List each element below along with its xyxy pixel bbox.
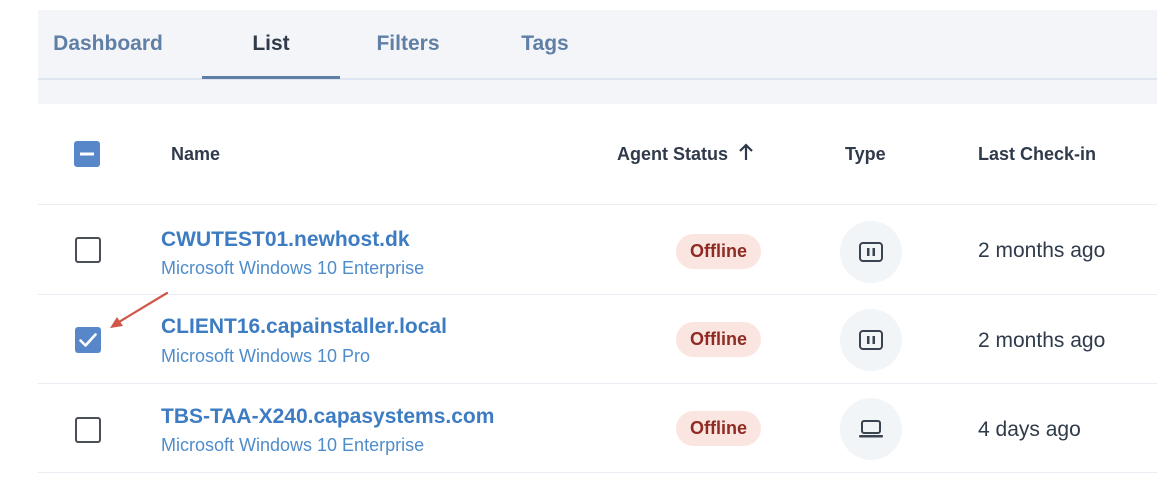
device-name-link[interactable]: CLIENT16.capainstaller.local xyxy=(161,315,447,339)
device-type xyxy=(840,221,902,283)
row-checkbox[interactable] xyxy=(75,237,101,263)
device-os: Microsoft Windows 10 Enterprise xyxy=(161,435,425,455)
device-table: Name Agent Status Type Last Check-in CWU… xyxy=(38,104,1157,486)
row-checkbox[interactable] xyxy=(75,327,101,353)
server-icon xyxy=(859,242,883,262)
table-row[interactable]: CLIENT16.capainstaller.local Microsoft W… xyxy=(38,295,1157,384)
tab-dashboard[interactable]: Dashboard xyxy=(38,10,178,78)
tab-bar: Dashboard List Filters Tags xyxy=(38,10,1157,80)
device-os: Microsoft Windows 10 Enterprise xyxy=(161,258,425,278)
column-header-type[interactable]: Type xyxy=(845,104,886,205)
checkmark-icon xyxy=(79,333,97,347)
status-badge: Offline xyxy=(676,234,761,269)
device-name-link[interactable]: TBS-TAA-X240.capasystems.com xyxy=(161,405,494,429)
last-checkin: 2 months ago xyxy=(978,239,1106,262)
arrow-up-icon xyxy=(738,142,754,167)
laptop-icon xyxy=(859,420,883,438)
column-header-agent-status[interactable]: Agent Status xyxy=(617,104,754,205)
page: Dashboard List Filters Tags Name Agent S… xyxy=(0,0,1173,501)
select-all-checkbox[interactable] xyxy=(74,141,100,167)
table-header: Name Agent Status Type Last Check-in xyxy=(38,104,1157,205)
device-type xyxy=(840,309,902,371)
active-tab-indicator xyxy=(202,76,340,79)
last-checkin: 2 months ago xyxy=(978,329,1106,352)
column-header-last-checkin[interactable]: Last Check-in xyxy=(978,104,1096,205)
annotation-arrow-icon xyxy=(110,291,169,328)
tab-tags[interactable]: Tags xyxy=(488,10,602,78)
device-name-link[interactable]: CWUTEST01.newhost.dk xyxy=(161,228,410,252)
status-badge: Offline xyxy=(676,322,761,357)
column-header-agent-status-label: Agent Status xyxy=(617,144,729,164)
tab-list[interactable]: List xyxy=(202,10,340,78)
row-checkbox[interactable] xyxy=(75,417,101,443)
device-os: Microsoft Windows 10 Pro xyxy=(161,346,371,366)
server-icon xyxy=(859,330,883,350)
last-checkin: 4 days ago xyxy=(978,418,1081,441)
column-header-name[interactable]: Name xyxy=(171,104,220,205)
table-row[interactable]: TBS-TAA-X240.capasystems.com Microsoft W… xyxy=(38,384,1157,473)
tab-filters[interactable]: Filters xyxy=(348,10,468,78)
device-type xyxy=(840,398,902,460)
indeterminate-icon xyxy=(80,152,94,156)
table-row[interactable]: CWUTEST01.newhost.dk Microsoft Windows 1… xyxy=(38,206,1157,295)
status-badge: Offline xyxy=(676,411,761,446)
